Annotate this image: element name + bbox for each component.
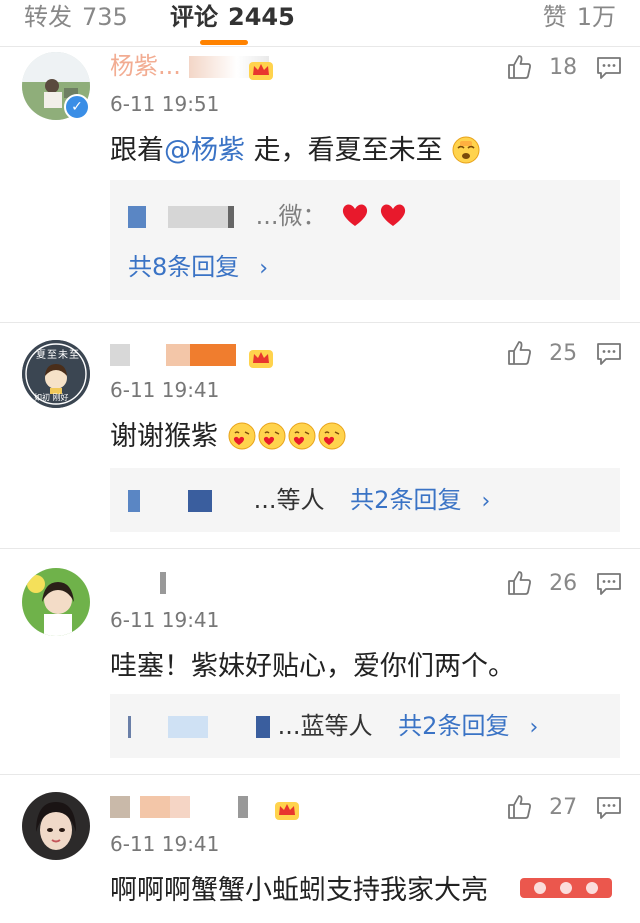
tab-comments-label: 评论 — [170, 3, 218, 31]
like-button[interactable]: 18 — [506, 54, 577, 80]
kiss-emoji — [228, 422, 256, 450]
heart-emoji — [343, 204, 368, 226]
tab-comments-count: 2445 — [228, 3, 295, 31]
like-count: 26 — [549, 570, 578, 596]
like-count: 27 — [549, 794, 578, 820]
comment-text-body: 谢谢猴紫 — [110, 421, 218, 452]
reply-preview-text: ...微： — [255, 202, 327, 230]
tab-repost-label: 转发 — [24, 3, 72, 31]
tab-likes[interactable]: 赞 1万 — [543, 2, 616, 32]
timestamp: 6-11 19:41 — [110, 608, 220, 632]
comment-divider — [0, 548, 640, 549]
reply-preview-line: ...微： — [128, 200, 408, 231]
redacted-reply-user — [128, 716, 270, 738]
avatar-text-bottom: 如初 刚好 — [34, 393, 69, 402]
like-button[interactable]: 26 — [506, 570, 577, 596]
avatar[interactable] — [22, 568, 90, 636]
active-tab-indicator — [200, 40, 248, 45]
comment-item: 6-11 19:41 27 啊啊啊蟹蟹小蚯蚓支持我家大亮 — [0, 788, 640, 923]
username[interactable]: 杨紫... — [110, 52, 269, 80]
reply-icon[interactable] — [596, 572, 622, 596]
comment-item: ✓ 杨紫... 6-11 19:51 18 跟着@杨紫 走，看夏至未至 ...微… — [0, 50, 640, 322]
username-text: 杨紫... — [110, 52, 181, 80]
like-count: 25 — [549, 340, 578, 366]
like-icon — [508, 341, 531, 365]
like-icon — [508, 55, 531, 79]
comment-text: 跟着@杨紫 走，看夏至未至 — [110, 134, 481, 168]
tab-repost[interactable]: 转发 735 — [24, 2, 128, 32]
chevron-right-icon: › — [259, 256, 269, 281]
timestamp: 6-11 19:51 — [110, 92, 220, 116]
reply-summary[interactable]: ...等人 共2条回复 › — [128, 485, 490, 517]
reply-preview-box[interactable]: ...蓝等人 共2条回复 › — [110, 694, 620, 758]
verified-icon: ✓ — [64, 94, 90, 120]
timestamp: 6-11 19:41 — [110, 378, 220, 402]
redacted-username — [110, 796, 260, 818]
kiss-emoji — [288, 422, 316, 450]
comment-text-after: 走，看夏至未至 — [245, 135, 443, 166]
reply-summary-text: 共2条回复 — [350, 486, 462, 514]
redacted-username — [110, 344, 236, 366]
reply-icon[interactable] — [596, 56, 622, 80]
mention-link[interactable]: @杨紫 — [164, 135, 245, 166]
username[interactable] — [110, 568, 170, 596]
comment-text: 哇塞！紫妹好贴心，爱你们两个。 — [110, 651, 515, 682]
like-button[interactable]: 25 — [506, 340, 577, 366]
embarrassed-emoji — [452, 136, 480, 164]
reply-icon[interactable] — [596, 796, 622, 820]
reply-preview-box[interactable]: ...微： 共8条回复 › — [110, 180, 620, 300]
crown-icon — [249, 350, 273, 368]
reply-preview-text: ...蓝等人 — [277, 712, 373, 740]
tab-likes-label: 赞 — [542, 3, 567, 31]
redacted-reply-user — [128, 490, 246, 512]
chevron-right-icon: › — [481, 489, 491, 514]
comment-divider — [0, 774, 640, 775]
reply-summary[interactable]: ...蓝等人 共2条回复 › — [128, 711, 538, 743]
reply-summary[interactable]: 共8条回复 › — [128, 252, 268, 284]
tab-likes-count: 1万 — [576, 3, 616, 31]
comment-text-before: 跟着 — [110, 135, 164, 166]
username[interactable] — [110, 340, 236, 368]
redacted-username — [110, 572, 170, 594]
comment-tabs: 转发 735 评论 2445 赞 1万 — [0, 0, 640, 46]
crown-icon — [249, 62, 273, 80]
comment-item: 夏至未至 如初 刚好 6-11 19:41 25 谢谢猴紫 ...等人 共2条回… — [0, 336, 640, 548]
kiss-emoji — [318, 422, 346, 450]
redacted-reply-user — [128, 206, 248, 228]
like-icon — [508, 571, 531, 595]
heart-emoji — [380, 204, 405, 226]
comment-text: 啊啊啊蟹蟹小蚯蚓支持我家大亮 — [110, 875, 488, 906]
timestamp: 6-11 19:41 — [110, 832, 220, 856]
crown-icon — [275, 802, 299, 820]
avatar[interactable]: 夏至未至 如初 刚好 — [22, 340, 90, 408]
reply-icon[interactable] — [596, 342, 622, 366]
avatar-text-top: 夏至未至 — [36, 350, 80, 361]
avatar[interactable] — [22, 792, 90, 860]
comment-divider — [0, 322, 640, 323]
kiss-emoji — [258, 422, 286, 450]
tab-repost-count: 735 — [82, 3, 128, 31]
like-icon — [508, 795, 531, 819]
reply-preview-text: ...等人 — [253, 486, 325, 514]
reply-summary-text: 共2条回复 — [398, 712, 510, 740]
comment-text: 谢谢猴紫 — [110, 420, 347, 454]
username[interactable] — [110, 792, 260, 820]
reply-summary-text: 共8条回复 — [128, 253, 240, 281]
chevron-right-icon: › — [529, 715, 539, 740]
watermark-logo — [520, 878, 612, 898]
like-count: 18 — [549, 54, 578, 80]
like-button[interactable]: 27 — [506, 794, 577, 820]
tab-comments[interactable]: 评论 2445 — [170, 2, 295, 32]
comment-item: 6-11 19:41 26 哇塞！紫妹好贴心，爱你们两个。 ...蓝等人 共2条… — [0, 564, 640, 774]
tabs-divider — [0, 46, 640, 47]
reply-preview-box[interactable]: ...等人 共2条回复 › — [110, 468, 620, 532]
